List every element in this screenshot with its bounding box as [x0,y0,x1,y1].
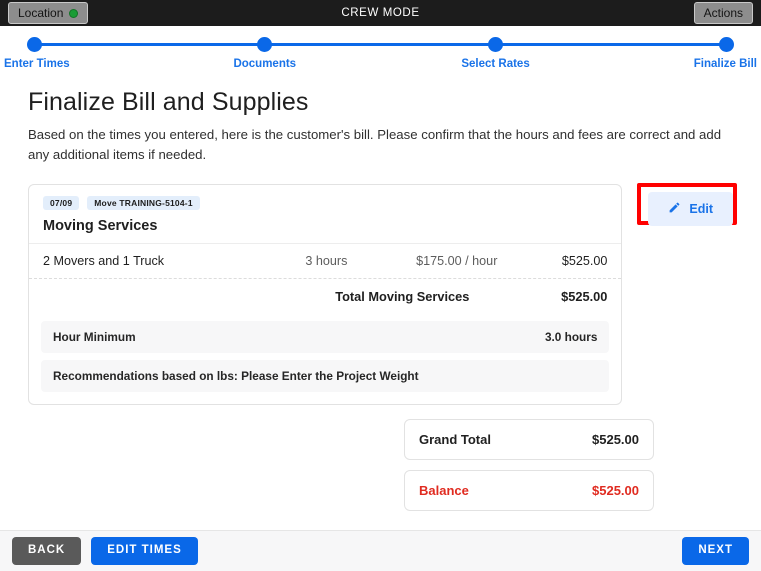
stepper-dot-icon [257,37,273,52]
edit-button-label: Edit [689,201,713,216]
recommendations-row: Recommendations based on lbs: Please Ent… [41,360,610,393]
app-title: CREW MODE [341,7,420,19]
stepper-dot-icon [488,37,504,52]
progress-stepper: Enter Times Documents Select Rates Final… [0,26,761,80]
recommendations-label: Recommendations based on lbs: Please Ent… [53,369,419,384]
edit-button-container: Edit [637,182,738,226]
page-title: Finalize Bill and Supplies [28,88,309,116]
balance-box: Balance $525.00 [404,470,654,512]
hour-minimum-row: Hour Minimum 3.0 hours [41,321,610,354]
stepper-label: Finalize Bill [693,58,757,70]
balance-amount: $525.00 [592,483,639,499]
bill-section-title: Moving Services [43,218,158,235]
location-button-label: Location [18,6,64,20]
edit-button[interactable]: Edit [648,191,733,226]
next-button[interactable]: NEXT [682,537,749,565]
pencil-icon [668,201,681,217]
stepper-nodes: Enter Times Documents Select Rates Final… [4,26,757,80]
bill-badges: 07/09 Move TRAINING-5104-1 [43,195,607,211]
hour-minimum-label: Hour Minimum [53,330,136,345]
line-item-amount: $525.00 [561,254,608,269]
main-content: Finalize Bill and Supplies Based on the … [0,80,761,512]
page-description: Based on the times you entered, here is … [28,127,722,163]
line-item-rate: $175.00 / hour [416,254,498,269]
grand-total-label: Grand Total [419,432,491,448]
stepper-label: Documents [233,58,297,70]
bottom-action-bar: BACK EDIT TIMES NEXT [0,530,761,571]
bill-line-item: 2 Movers and 1 Truck 3 hours $175.00 / h… [29,243,622,278]
move-id-badge: Move TRAINING-5104-1 [87,195,200,211]
bill-section-total-row: Total Moving Services $525.00 [29,278,622,314]
location-button[interactable]: Location [8,2,89,24]
stepper-step-select-rates[interactable]: Select Rates [436,26,556,70]
stepper-dot-icon [719,37,734,52]
section-total-amount: $525.00 [561,289,608,305]
stepper-step-finalize-bill[interactable]: Finalize Bill [601,26,761,70]
hour-minimum-value: 3.0 hours [544,330,598,345]
stepper-label: Enter Times [4,58,70,70]
balance-label: Balance [419,483,469,499]
line-item-quantity: 3 hours [305,254,348,269]
bill-section: 07/09 Move TRAINING-5104-1 Moving Servic… [28,182,738,406]
line-item-name: 2 Movers and 1 Truck [43,254,165,269]
stepper-dot-icon [27,37,42,52]
stepper-label: Select Rates [461,58,530,70]
date-badge: 07/09 [43,195,80,211]
bill-card-header: 07/09 Move TRAINING-5104-1 Moving Servic… [29,185,621,244]
totals-section: Grand Total $525.00 Balance $525.00 [404,419,654,512]
grand-total-amount: $525.00 [592,432,639,448]
stepper-step-enter-times[interactable]: Enter Times [0,26,160,70]
grand-total-box: Grand Total $525.00 [404,419,654,461]
stepper-step-documents[interactable]: Documents [205,26,325,70]
edit-times-button[interactable]: EDIT TIMES [91,537,198,565]
section-total-label: Total Moving Services [335,289,470,305]
actions-button[interactable]: Actions [693,2,753,24]
actions-button-label: Actions [703,6,743,20]
green-status-dot [69,8,79,18]
bill-card: 07/09 Move TRAINING-5104-1 Moving Servic… [28,183,623,406]
window-titlebar: Location CREW MODE Actions [0,0,761,26]
back-button[interactable]: BACK [12,537,82,565]
